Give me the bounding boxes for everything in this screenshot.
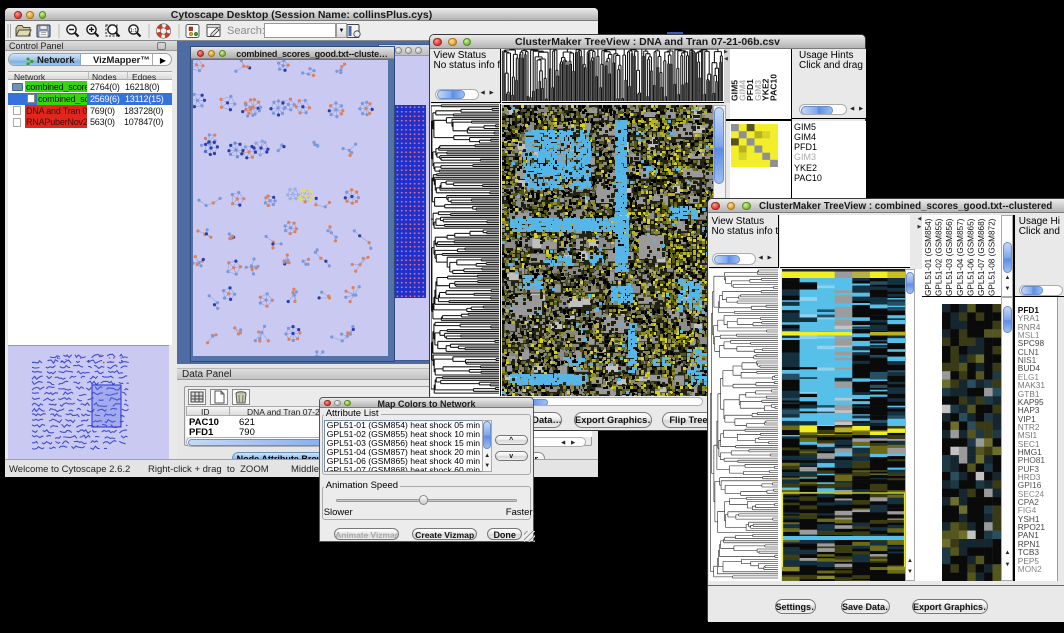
- svg-text:PAC10: PAC10: [768, 74, 778, 101]
- svg-text:GPL51-03 (GSM856): GPL51-03 (GSM856): [945, 218, 954, 296]
- svg-text:GPL51-08 (GSM872): GPL51-08 (GSM872): [987, 218, 996, 296]
- svg-text:1:1: 1:1: [130, 28, 138, 34]
- svg-text:GPL51-06 (GSM865): GPL51-06 (GSM865): [966, 218, 975, 296]
- svg-text:GPL51-04 (GSM857): GPL51-04 (GSM857): [955, 218, 964, 296]
- svg-text:GPL51-07 (GSM868): GPL51-07 (GSM868): [977, 218, 986, 296]
- svg-text:GPL51-01 (GSM854): GPL51-01 (GSM854): [924, 218, 933, 296]
- svg-text:GPL51-02 (GSM855): GPL51-02 (GSM855): [934, 218, 943, 296]
